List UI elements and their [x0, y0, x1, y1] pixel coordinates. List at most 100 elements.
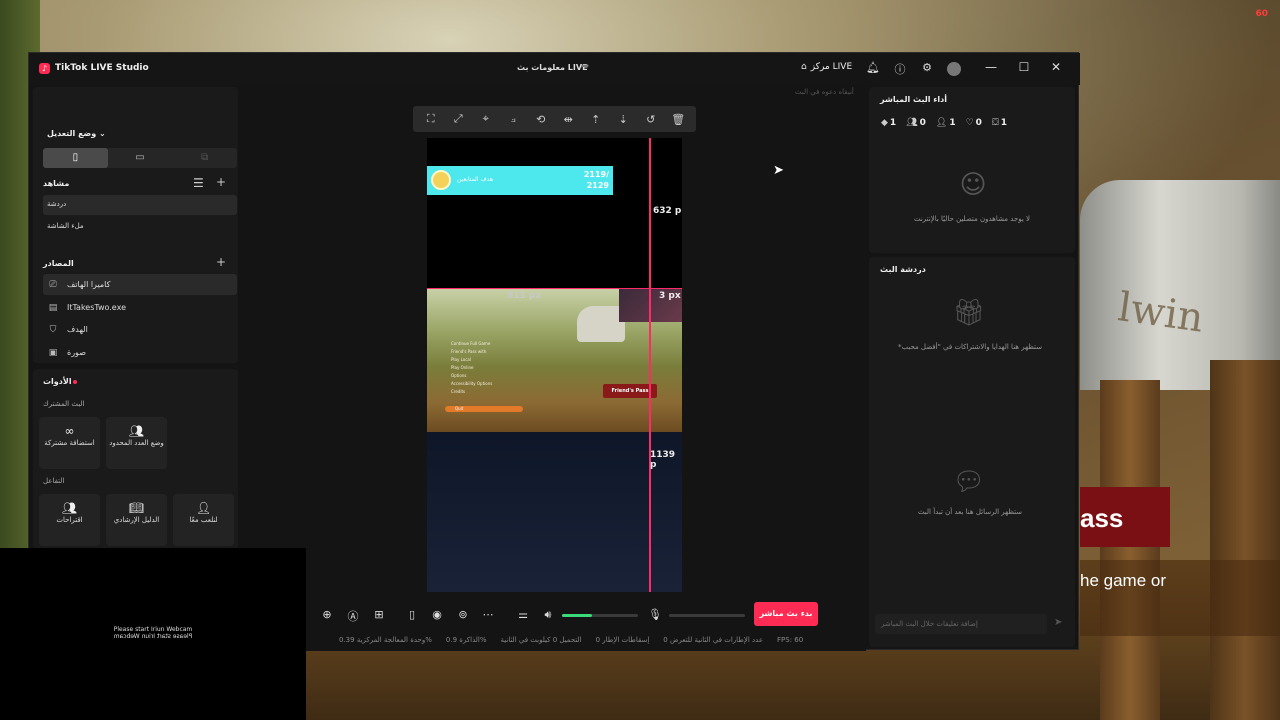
source-item-image[interactable]: ▣ صورة	[43, 342, 237, 363]
diamond-icon: ◆	[881, 118, 888, 128]
game-quit-bar: Quit	[445, 406, 523, 412]
live-info-button[interactable]: معلومات بث LIVE	[517, 63, 588, 72]
stat-cpu: وحدة المعالجة المركزية 0.39%	[339, 636, 432, 644]
share-icon[interactable]: ➦	[581, 61, 589, 72]
stat-frame-drops: إسقاطات الإطار 0	[595, 636, 650, 644]
expand-icon[interactable]: ⤢	[449, 112, 467, 126]
guide-tool-button[interactable]: 📖︎ الدليل الإرشادي	[106, 494, 167, 546]
center-icon[interactable]: ⌖	[477, 112, 495, 126]
game-menu-item: Friend's Pass with	[451, 349, 487, 354]
source-transform-toolbar: ⛶ ⤢ ⌖ ⟓ ⟲ ⇹ ⇡ ⇣ ↺ 🗑︎	[413, 106, 696, 132]
edit-mode-dropdown[interactable]: وضع التعديل ⌄	[47, 129, 106, 138]
metric-gifts: ⛋ 1	[992, 118, 1007, 128]
tool-label: لنلعب معًا	[189, 516, 218, 524]
layer-down-icon[interactable]: ⇣	[614, 113, 632, 126]
play-together-tool-button[interactable]: 👤︎ لنلعب معًا	[173, 494, 234, 546]
go-live-button[interactable]: بدء بث مباشر	[754, 602, 818, 626]
source-item-game-capture[interactable]: ▤ ItTakesTwo.exe	[43, 297, 237, 318]
volume-slider[interactable]	[562, 614, 638, 617]
goal-count-bottom: 2129	[586, 181, 609, 190]
fps-overlay: 60	[1255, 9, 1268, 19]
add-scene-icon[interactable]: +	[216, 175, 226, 189]
tools-title: الأدوات	[43, 377, 72, 386]
chevron-down-icon: ⌄	[99, 129, 106, 138]
metric-value: 0	[919, 118, 926, 128]
source-label: صورة	[67, 348, 86, 357]
scene-item[interactable]: ملء الشاشة	[43, 217, 237, 237]
window-capture-icon: ▤	[48, 302, 58, 313]
source-label: الهدف	[67, 325, 88, 334]
tools-panel: الأدوات البث المشترك ∞ استضافة مشتركة 👥︎…	[33, 369, 238, 549]
goal-count: 2119/ 2129	[584, 169, 609, 191]
more-icon[interactable]: ⋯	[480, 608, 496, 621]
help-icon[interactable]: ⓘ	[893, 61, 907, 77]
close-icon[interactable]: ✕	[1046, 60, 1066, 74]
portrait-orientation-button[interactable]: ▯	[43, 148, 108, 168]
image-icon: ▣	[48, 347, 58, 358]
suggestions-tool-button[interactable]: 👥︎ اقتراحات	[39, 494, 100, 546]
ai-icon[interactable]: Ⓐ	[345, 608, 361, 624]
coin-icon	[431, 170, 451, 190]
add-source-icon[interactable]: +	[216, 255, 226, 269]
source-item-phone-camera[interactable]: ⎚ كاميرا الهاتف	[43, 274, 237, 295]
gift-icon: ⛋	[991, 118, 999, 128]
speaker-icon[interactable]: 🔊︎	[540, 608, 556, 622]
performance-title: أداء البث المباشر	[880, 95, 947, 104]
minimize-icon[interactable]: —	[981, 60, 1001, 74]
metric-viewers: 👥︎ 0	[906, 118, 926, 128]
metric-value: 0	[975, 118, 982, 128]
users-icon: 👥︎	[128, 424, 145, 438]
live-center-button[interactable]: ⌂ مركز LIVE	[801, 62, 852, 72]
phone-icon[interactable]: ▯	[404, 608, 420, 621]
rotate-icon[interactable]: ⟲	[532, 113, 550, 126]
chat-bubble-icon: 💬︎	[952, 467, 986, 497]
orientation-toggle: ▯ ▭ ⧉	[43, 148, 237, 168]
send-icon[interactable]: ➤	[1054, 617, 1062, 628]
bell-icon[interactable]: 🔔︎	[866, 61, 880, 74]
app-title: TikTok LIVE Studio	[55, 63, 149, 73]
game-menu: Continue Full Game Friend's Pass with Pl…	[451, 340, 492, 396]
messages-placeholder-text: ستظهر الرسائل هنا بعد أن تبدأ البث	[917, 508, 1023, 516]
camera-switch-icon[interactable]: ⊚	[455, 608, 471, 621]
flip-horizontal-icon[interactable]: ⇹	[559, 113, 577, 126]
trash-icon[interactable]: 🗑︎	[669, 113, 687, 126]
dual-orientation-button[interactable]: ⧉	[172, 148, 237, 168]
source-item-goal[interactable]: ⛉ الهدف	[43, 319, 237, 340]
alignment-guide-horizontal	[427, 288, 682, 289]
background-post-right	[1210, 360, 1280, 720]
measure-bottom: 1139 p	[650, 450, 676, 470]
performance-metrics: ◆ 1 👥︎ 0 👤︎ 1 ♡ 0 ⛋ 1	[881, 118, 1007, 128]
limited-mode-tool-button[interactable]: 👥︎ وضع العدد المحدود	[106, 417, 167, 469]
maximize-icon[interactable]: ☐	[1014, 60, 1034, 74]
chat-input[interactable]: إضافة تعليقات خلال البث المباشر	[875, 614, 1047, 634]
background-post	[1100, 380, 1160, 720]
webcam-message-text: Please start Iriun Webcam	[113, 626, 193, 633]
layout-icon[interactable]: ⊕	[319, 608, 335, 621]
gear-icon[interactable]: ⚙	[920, 61, 934, 74]
game-menu-item: Options	[451, 373, 467, 378]
no-viewers-icon: ☺	[959, 170, 987, 200]
scenes-title: مشاهد	[43, 179, 70, 188]
fit-icon[interactable]: ⛶	[422, 112, 440, 126]
undo-icon[interactable]: ↺	[642, 113, 660, 126]
follower-goal-widget[interactable]: هدف المتابعين 2119/ 2129	[427, 166, 613, 195]
landscape-orientation-button[interactable]: ▭	[108, 148, 173, 168]
avatar[interactable]	[947, 62, 961, 76]
microphone-slider[interactable]	[669, 614, 745, 617]
microphone-icon[interactable]: 🎙︎	[647, 608, 663, 621]
scene-item[interactable]: دردشة	[43, 195, 237, 215]
sources-title: المصادر	[43, 259, 74, 268]
crop-icon[interactable]: ⟓	[504, 112, 522, 126]
cohost-tool-button[interactable]: ∞ استضافة مشتركة	[39, 417, 100, 469]
add-frame-icon[interactable]: ⊞	[371, 608, 387, 621]
game-menu-item: Play Online	[451, 365, 474, 370]
background-game-subtitle: he game or	[1080, 560, 1280, 636]
stream-preview[interactable]: هدف المتابعين 2119/ 2129 Continue Full G…	[427, 138, 682, 592]
stream-stats: وحدة المعالجة المركزية 0.39% الذاكرة 0.9…	[339, 636, 803, 644]
tool-label: الدليل الإرشادي	[113, 516, 160, 524]
scenes-sources-panel: وضع التعديل ⌄ ▯ ▭ ⧉ مشاهد ☰ + دردشة ملء …	[33, 87, 238, 363]
mixer-icon[interactable]: ⚌	[515, 608, 531, 621]
layer-up-icon[interactable]: ⇡	[587, 113, 605, 126]
scene-list-icon[interactable]: ☰	[193, 176, 204, 190]
record-icon[interactable]: ◉	[429, 608, 445, 621]
